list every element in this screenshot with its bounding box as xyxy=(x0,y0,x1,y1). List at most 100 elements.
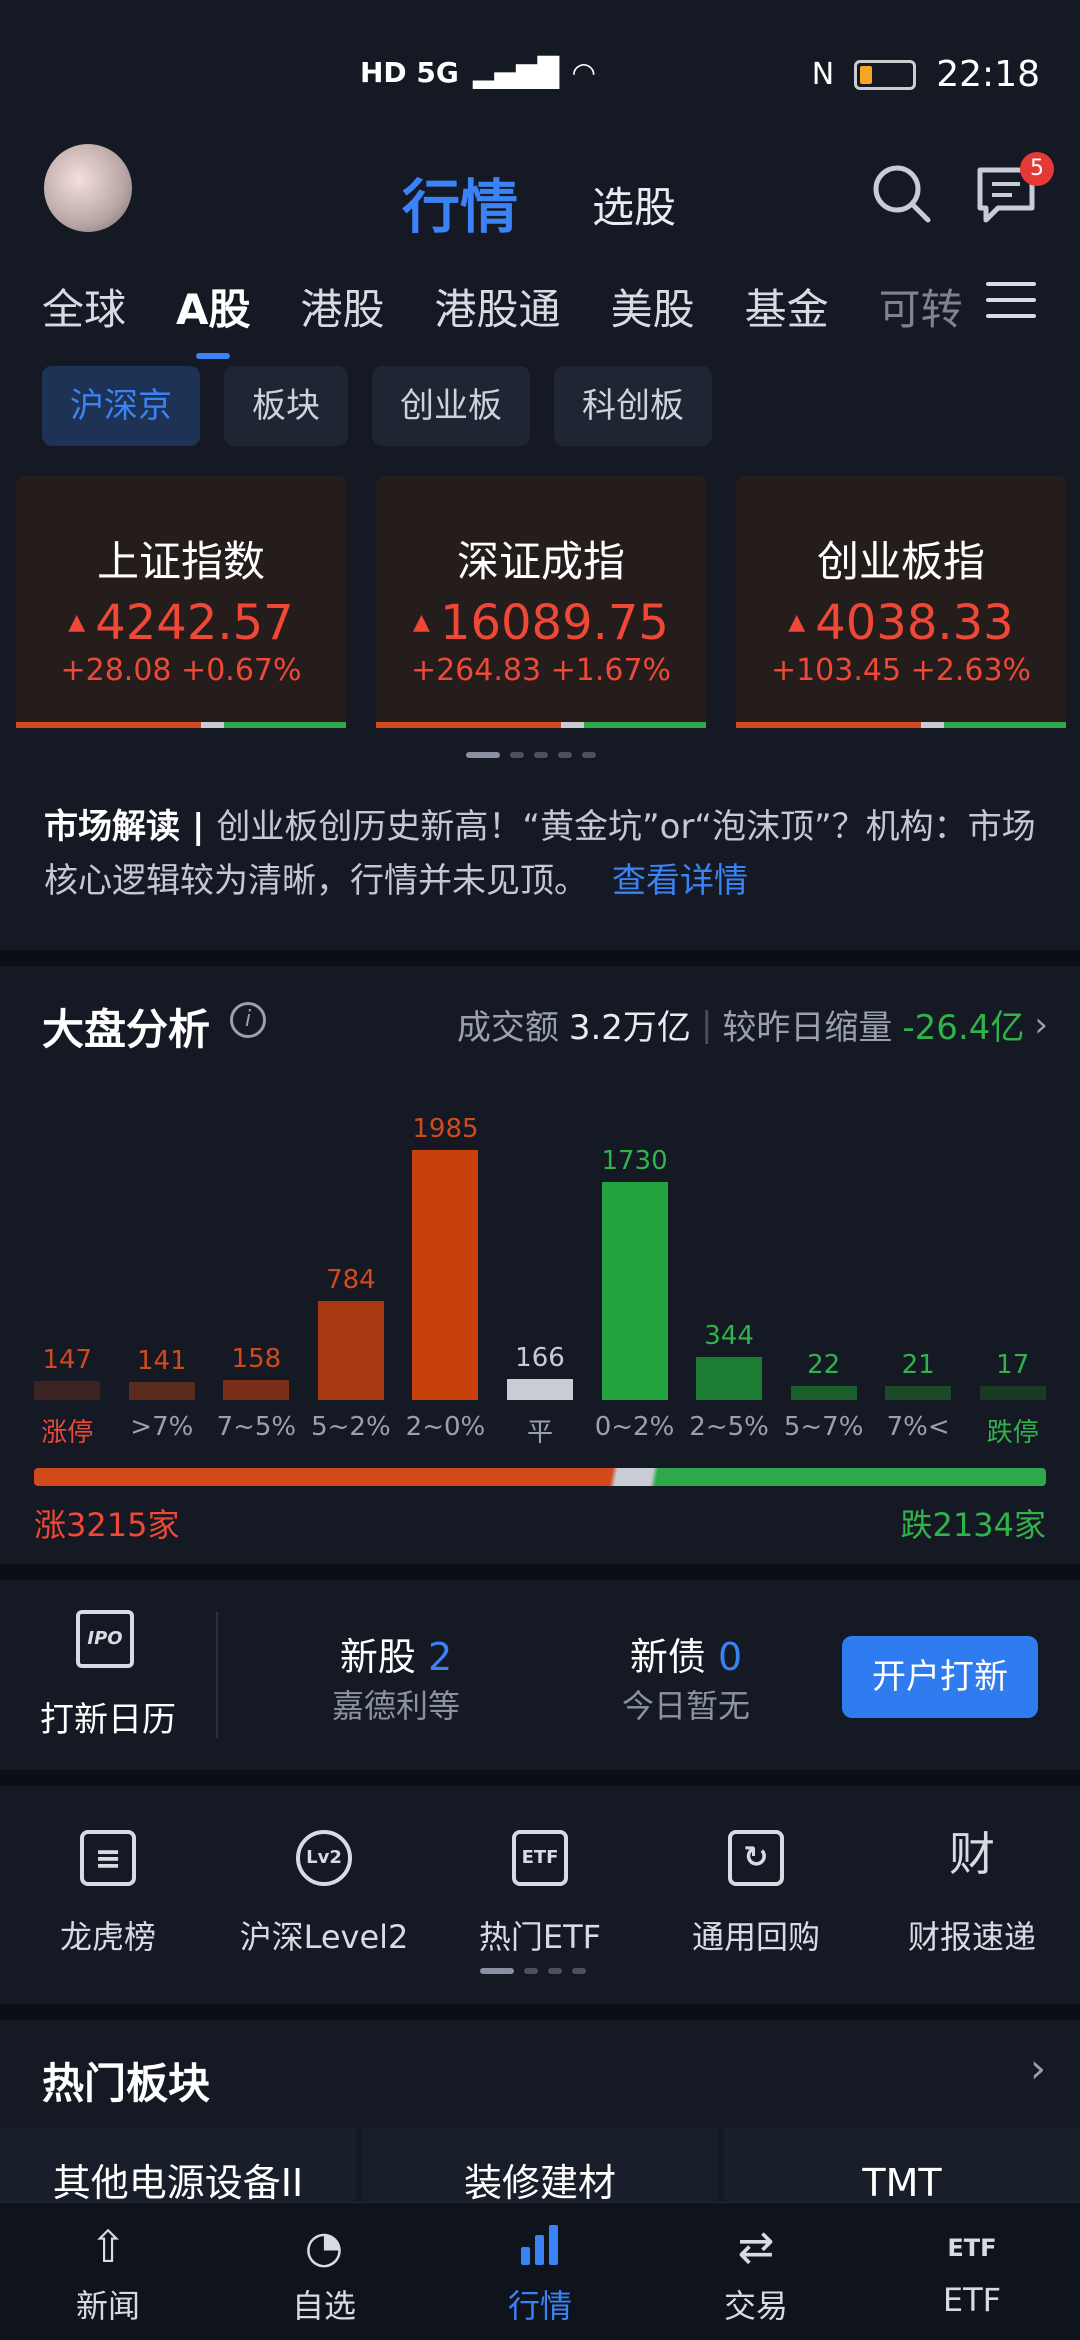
turnover-delta: -26.4亿 xyxy=(902,1008,1025,1048)
list-icon: ≡ xyxy=(80,1830,136,1886)
info-icon[interactable]: i xyxy=(230,1002,266,1038)
tool-earnings[interactable]: 财 财报速递 xyxy=(864,1830,1080,1958)
status-right: N 22:18 xyxy=(812,54,1040,95)
chart-bar-value: 147 xyxy=(42,1345,93,1376)
tab-market[interactable]: 行情 xyxy=(402,160,518,244)
status-bar: HD 5G ▂▄▆█ ◠ N 22:18 xyxy=(0,0,1080,130)
vertical-divider xyxy=(216,1612,218,1738)
up-down-split-bar xyxy=(34,1468,1046,1486)
index-value: ▲ 4242.57 xyxy=(68,595,294,651)
view-details-link[interactable]: 查看详情 xyxy=(612,861,748,901)
chart-bar xyxy=(317,1301,384,1400)
chart-bar-value: 22 xyxy=(807,1350,841,1380)
chart-category-label: 7%< xyxy=(886,1412,950,1442)
section-divider xyxy=(0,1564,1080,1580)
tab-hk-connect[interactable]: 港股通 xyxy=(435,276,561,337)
chart-bar-value: 166 xyxy=(515,1343,565,1374)
breadth-bar xyxy=(376,722,706,728)
breadth-bar xyxy=(736,722,1066,728)
new-bond[interactable]: 新债 0 今日暂无 xyxy=(576,1626,796,1727)
index-change: +28.08 +0.67% xyxy=(60,653,302,688)
chart-bar-value: 141 xyxy=(136,1346,187,1377)
ipo-icon[interactable]: IPO xyxy=(76,1610,134,1668)
distribution-chart: 147 涨停 141 >7% 158 7~5% 784 5~2% 1985 2~0% 166 平 173… xyxy=(20,1100,1060,1460)
tool-hot-etf[interactable]: ETF 热门ETF xyxy=(432,1830,648,1958)
carousel-indicator xyxy=(466,752,596,758)
battery-icon xyxy=(854,59,917,90)
nav-watchlist[interactable]: ◔ 自选 xyxy=(216,2203,432,2340)
chart-bar xyxy=(601,1182,668,1400)
chip-sector[interactable]: 板块 xyxy=(224,366,348,446)
nav-market[interactable]: 行情 xyxy=(432,2203,648,2340)
message-badge: 5 xyxy=(1020,152,1054,186)
sub-filters: 沪深京 板块 创业板 科创板 xyxy=(42,366,712,446)
search-icon[interactable] xyxy=(870,162,932,224)
down-count: 跌2134家 xyxy=(900,1506,1046,1544)
chip-chinext[interactable]: 创业板 xyxy=(372,366,530,446)
index-value: ▲ 4038.33 xyxy=(788,595,1014,651)
chart-bar-value: 784 xyxy=(326,1265,376,1296)
chart-category-label: 涨停 xyxy=(41,1418,94,1448)
hot-sectors-title: 热门板块 xyxy=(42,2059,211,2108)
chart-bar xyxy=(412,1150,479,1400)
market-read[interactable]: 市场解读 | 创业板创历史新高！“黄金坑”or“泡沫顶”？机构：市场核心逻辑较为清晰… xyxy=(44,800,1044,908)
watchlist-icon: ◔ xyxy=(304,2222,344,2273)
section-divider xyxy=(0,2004,1080,2020)
chart-bar xyxy=(223,1380,290,1400)
chart-category-label: 2~5% xyxy=(689,1412,769,1442)
chart-bar xyxy=(696,1356,763,1400)
index-value: ▲ 16089.75 xyxy=(413,595,669,651)
ipo-calendar-label[interactable]: 打新日历 xyxy=(40,1692,176,1741)
chart-bar-value: 158 xyxy=(231,1344,282,1375)
chart-bar-value: 344 xyxy=(704,1320,754,1351)
tab-convertible[interactable]: 可转 xyxy=(879,276,963,337)
tab-a-share[interactable]: A股 xyxy=(176,276,251,359)
turnover-summary[interactable]: 成交额 3.2万亿 | 较昨日缩量 -26.4亿 › xyxy=(457,1000,1048,1049)
new-stock[interactable]: 新股 2 嘉德利等 xyxy=(286,1626,506,1727)
index-change: +264.83 +1.67% xyxy=(410,653,672,688)
tool-level2[interactable]: Lv2 沪深Level2 xyxy=(216,1830,432,1958)
open-account-button[interactable]: 开户打新 xyxy=(842,1636,1038,1718)
menu-icon[interactable] xyxy=(986,282,1036,330)
chart-category-label: 跌停 xyxy=(986,1418,1039,1448)
chart-category-label: 5~7% xyxy=(783,1412,864,1442)
market-tabs: 全球 A股 港股 港股通 美股 基金 可转 xyxy=(42,276,963,359)
avatar[interactable] xyxy=(44,144,132,232)
breadth-bar xyxy=(16,722,346,728)
chart-bar-value: 21 xyxy=(901,1350,935,1380)
chip-star-market[interactable]: 科创板 xyxy=(554,366,712,446)
index-card-chinext[interactable]: 创业板指 ▲ 4038.33 +103.45 +2.63% xyxy=(736,476,1066,728)
repo-icon: ↻ xyxy=(728,1830,784,1886)
chart-bar xyxy=(885,1386,952,1400)
nav-etf[interactable]: ETF ETF xyxy=(864,2203,1080,2340)
chart-bar xyxy=(979,1386,1046,1400)
tab-fund[interactable]: 基金 xyxy=(745,276,829,337)
tool-dragon-tiger[interactable]: ≡ 龙虎榜 xyxy=(0,1830,216,1958)
status-indicators: HD 5G ▂▄▆█ ◠ xyxy=(360,56,595,89)
chart-bar xyxy=(34,1381,101,1400)
tool-repo[interactable]: ↻ 通用回购 xyxy=(648,1830,864,1958)
finance-icon: 财 xyxy=(949,1827,995,1881)
tab-stock-picker[interactable]: 选股 xyxy=(592,174,676,235)
chevron-right-icon[interactable]: › xyxy=(1030,2046,1046,2092)
clock: 22:18 xyxy=(936,54,1040,95)
turnover-value: 3.2万亿 xyxy=(568,1008,691,1048)
chip-shenzhen-shanghai-beijing[interactable]: 沪深京 xyxy=(42,366,200,446)
market-icon xyxy=(432,2221,648,2275)
nav-trade[interactable]: ⇄ 交易 xyxy=(648,2203,864,2340)
tab-us[interactable]: 美股 xyxy=(611,276,695,337)
nav-news[interactable]: ⇧ 新闻 xyxy=(0,2203,216,2340)
chart-category-label: >7% xyxy=(130,1412,194,1442)
trade-icon: ⇄ xyxy=(737,2222,775,2273)
up-arrow-icon: ▲ xyxy=(788,610,806,635)
index-card-shanghai[interactable]: 上证指数 ▲ 4242.57 +28.08 +0.67% xyxy=(16,476,346,728)
chart-bar xyxy=(790,1386,857,1400)
chart-category-label: 2~0% xyxy=(405,1412,486,1442)
wifi-icon: ◠ xyxy=(573,56,595,89)
chart-bar-value: 1730 xyxy=(601,1146,668,1177)
up-arrow-icon: ▲ xyxy=(413,610,430,635)
news-icon: ⇧ xyxy=(89,2222,127,2273)
tab-global[interactable]: 全球 xyxy=(42,276,126,337)
index-card-shenzhen[interactable]: 深证成指 ▲ 16089.75 +264.83 +1.67% xyxy=(376,476,706,728)
tab-hk[interactable]: 港股 xyxy=(301,276,385,337)
